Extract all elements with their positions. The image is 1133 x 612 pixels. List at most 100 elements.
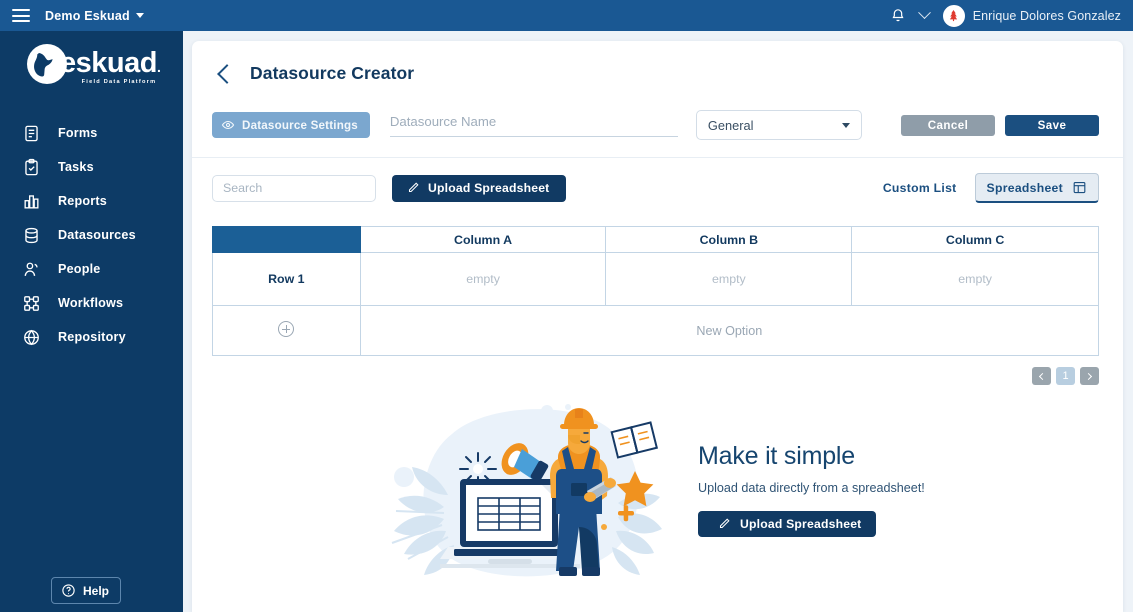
- logo-word-text: eskuad: [60, 47, 157, 79]
- sidebar-item-tasks[interactable]: Tasks: [0, 150, 183, 184]
- globe-icon: [20, 326, 42, 348]
- sidebar-item-label: Reports: [58, 194, 107, 208]
- help-button[interactable]: Help: [51, 577, 121, 604]
- pagination: 1: [192, 367, 1099, 385]
- view-toggle-spreadsheet[interactable]: Spreadsheet: [975, 173, 1099, 203]
- chevron-left-icon: [1039, 372, 1046, 379]
- logo-tagline: Field Data Platform: [60, 79, 160, 85]
- sidebar-item-people[interactable]: People: [0, 252, 183, 286]
- sidebar-nav: Forms Tasks: [0, 116, 183, 354]
- pagination-prev-button[interactable]: [1032, 367, 1051, 385]
- upload-spreadsheet-button[interactable]: Upload Spreadsheet: [392, 175, 566, 202]
- top-bar: Demo Eskuad Enrique Dolores Gonzalez: [0, 0, 1133, 31]
- sidebar-item-label: Workflows: [58, 296, 123, 310]
- empty-state-title: Make it simple: [698, 442, 925, 471]
- table-cell[interactable]: empty: [606, 253, 852, 306]
- hamburger-icon[interactable]: [12, 9, 30, 22]
- document-icon: [20, 122, 42, 144]
- bell-icon[interactable]: [890, 7, 906, 24]
- worker-with-laptop-spreadsheet-illustration: [382, 399, 682, 589]
- help-label: Help: [83, 584, 109, 598]
- table-header-row: Column A Column B Column C: [213, 227, 1099, 253]
- avatar: [943, 5, 965, 27]
- add-row-button[interactable]: [213, 306, 361, 356]
- chevron-down-icon: [136, 13, 144, 18]
- empty-state-subtitle: Upload data directly from a spreadsheet!: [698, 481, 925, 495]
- table-add-row: New Option: [213, 306, 1099, 356]
- page-title: Datasource Creator: [250, 63, 414, 84]
- cancel-button[interactable]: Cancel: [901, 115, 995, 136]
- pagination-next-button[interactable]: [1080, 367, 1099, 385]
- person-icon: [20, 258, 42, 280]
- table-column-header[interactable]: Column C: [852, 227, 1099, 253]
- question-circle-icon: [61, 583, 76, 598]
- datasource-name-input[interactable]: [390, 114, 678, 129]
- logo[interactable]: eskuad. Field Data Platform: [0, 31, 183, 97]
- main-card: Datasource Creator Datasource Settings G…: [192, 41, 1123, 612]
- upload-spreadsheet-label: Upload Spreadsheet: [428, 181, 549, 195]
- workflow-icon: [20, 292, 42, 314]
- app-root: Demo Eskuad Enrique Dolores Gonzalez: [0, 0, 1133, 612]
- user-menu[interactable]: Enrique Dolores Gonzalez: [943, 5, 1121, 27]
- datasource-settings-button[interactable]: Datasource Settings: [212, 112, 370, 138]
- pencil-icon: [717, 517, 731, 531]
- view-toggle: Custom List Spreadsheet: [879, 173, 1099, 203]
- card-header: Datasource Creator: [192, 41, 1123, 84]
- sidebar-item-forms[interactable]: Forms: [0, 116, 183, 150]
- settings-row: Datasource Settings General Cancel Save: [212, 110, 1099, 140]
- tenant-switcher[interactable]: Demo Eskuad: [45, 9, 144, 23]
- table-cell[interactable]: empty: [852, 253, 1099, 306]
- table-column-header[interactable]: Column B: [606, 227, 852, 253]
- tool-row: Upload Spreadsheet Custom List Spreadshe…: [212, 174, 1099, 202]
- database-icon: [20, 224, 42, 246]
- view-toggle-custom-list[interactable]: Custom List: [879, 181, 961, 195]
- empty-state-upload-button[interactable]: Upload Spreadsheet: [698, 511, 876, 537]
- sidebar-item-label: Forms: [58, 126, 98, 140]
- sidebar-item-workflows[interactable]: Workflows: [0, 286, 183, 320]
- clipboard-check-icon: [20, 156, 42, 178]
- category-select[interactable]: General: [696, 110, 862, 140]
- user-name: Enrique Dolores Gonzalez: [973, 9, 1121, 23]
- table-column-header[interactable]: Column A: [360, 227, 606, 253]
- datasource-name-field[interactable]: [390, 113, 678, 137]
- sidebar-item-label: Repository: [58, 330, 126, 344]
- sidebar-item-label: Datasources: [58, 228, 136, 242]
- pagination-page-1[interactable]: 1: [1056, 367, 1075, 385]
- chevron-left-icon[interactable]: [217, 64, 237, 84]
- sidebar-item-datasources[interactable]: Datasources: [0, 218, 183, 252]
- header-divider: [192, 157, 1123, 158]
- header-actions: Cancel Save: [901, 115, 1099, 136]
- view-toggle-spreadsheet-label: Spreadsheet: [987, 181, 1063, 195]
- datasource-settings-label: Datasource Settings: [242, 119, 358, 132]
- save-button[interactable]: Save: [1005, 115, 1099, 136]
- table-icon: [1072, 180, 1087, 195]
- bar-chart-icon: [20, 190, 42, 212]
- plus-circle-icon: [278, 321, 294, 337]
- search-input[interactable]: [223, 181, 383, 195]
- new-option-cell[interactable]: New Option: [360, 306, 1098, 356]
- pencil-icon: [406, 181, 420, 195]
- empty-state-text: Make it simple Upload data directly from…: [698, 442, 925, 547]
- empty-state-upload-label: Upload Spreadsheet: [740, 517, 861, 531]
- sidebar-item-label: Tasks: [58, 160, 94, 174]
- sidebar-item-reports[interactable]: Reports: [0, 184, 183, 218]
- caret-down-icon: [842, 123, 850, 128]
- table-row-header[interactable]: Row 1: [213, 253, 361, 306]
- table-corner-cell: [213, 227, 361, 253]
- category-select-value: General: [708, 118, 754, 133]
- logo-wordmark: eskuad.: [60, 50, 160, 77]
- search-box[interactable]: [212, 175, 376, 202]
- sidebar: eskuad. Field Data Platform Forms: [0, 31, 183, 612]
- top-bar-right: Enrique Dolores Gonzalez: [890, 5, 1133, 27]
- tree-avatar-icon: [947, 9, 960, 22]
- empty-state: Make it simple Upload data directly from…: [382, 399, 1123, 589]
- sidebar-item-label: People: [58, 262, 101, 276]
- table-cell[interactable]: empty: [360, 253, 606, 306]
- chevron-right-icon: [1085, 372, 1092, 379]
- datasource-table: Column A Column B Column C Row 1 empty e…: [212, 226, 1099, 356]
- chevron-down-icon[interactable]: [918, 6, 931, 19]
- sidebar-item-repository[interactable]: Repository: [0, 320, 183, 354]
- table-row: Row 1 empty empty empty: [213, 253, 1099, 306]
- tenant-label: Demo Eskuad: [45, 9, 130, 23]
- eye-icon: [221, 118, 235, 132]
